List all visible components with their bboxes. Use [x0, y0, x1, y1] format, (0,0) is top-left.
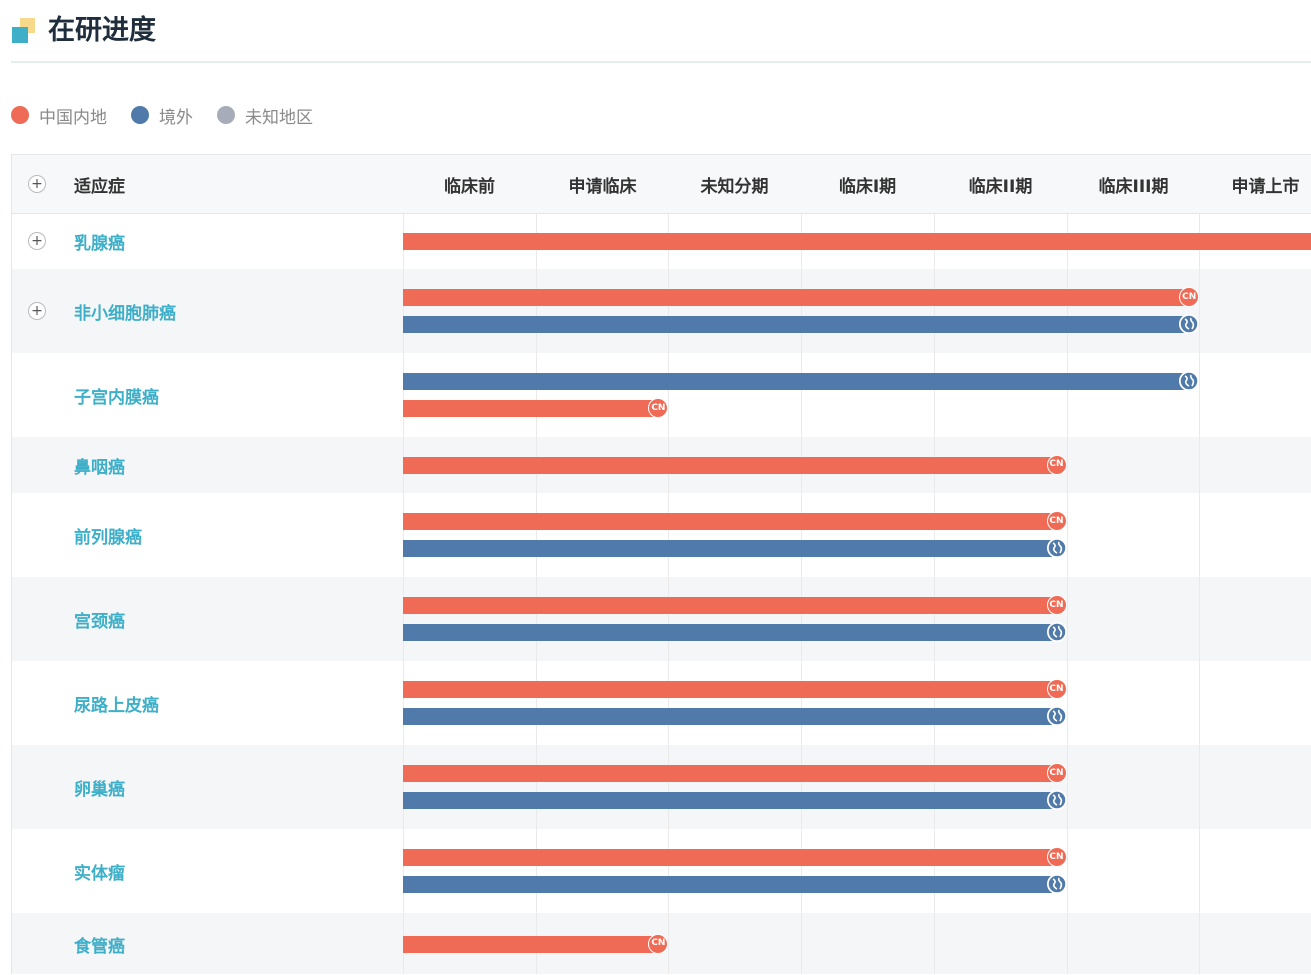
globe-icon: [1046, 874, 1067, 894]
progress-bar-china[interactable]: CN: [403, 933, 669, 954]
expand-row-button[interactable]: +: [28, 232, 46, 250]
cn-badge-icon: CN: [1046, 763, 1067, 783]
progress-bar-overseas[interactable]: [403, 874, 1067, 894]
progress-bar-china[interactable]: CN: [403, 679, 1067, 699]
progress-bar-china[interactable]: CN: [403, 287, 1200, 307]
stage-column-header: 临床II期: [968, 176, 1033, 197]
table-row: [12, 353, 1311, 437]
section-logo-icon: [12, 18, 36, 43]
legend-item[interactable]: 中国内地: [11, 103, 107, 128]
progress-bar-china[interactable]: CN: [403, 847, 1067, 867]
cn-badge-label: CN: [651, 938, 666, 948]
expand-row-button[interactable]: +: [28, 302, 46, 320]
cn-badge-label: CN: [1049, 767, 1064, 778]
section-header: 在研进度: [12, 14, 1311, 50]
table-row: [12, 829, 1311, 913]
indication-link[interactable]: 宫颈癌: [74, 607, 125, 632]
expand-all-button[interactable]: +: [28, 175, 46, 193]
progress-bar-overseas[interactable]: [403, 314, 1200, 334]
table-header-row: + 适应症 临床前 申请临床 未知分期 临床I期 临床II期 临床III期 申请上市: [12, 155, 1311, 214]
progress-bar-china[interactable]: CN: [403, 454, 1067, 475]
indication-link[interactable]: 食管癌: [74, 932, 125, 957]
globe-icon: [1046, 706, 1067, 726]
column-divider: [1067, 155, 1068, 974]
indication-link[interactable]: 鼻咽癌: [74, 453, 125, 478]
progress-bar-china[interactable]: CN: [403, 511, 1067, 531]
legend-label: 境外: [159, 107, 193, 128]
globe-icon: [1179, 371, 1200, 391]
cn-badge-label: CN: [1049, 515, 1064, 526]
stage-column-header: 申请临床: [568, 176, 637, 197]
cn-badge-icon: CN: [648, 933, 669, 954]
plus-icon: +: [31, 233, 43, 249]
cn-badge-icon: CN: [1046, 847, 1067, 867]
indication-link[interactable]: 非小细胞肺癌: [74, 299, 176, 324]
cn-badge-icon: CN: [1046, 454, 1067, 475]
cn-badge-label: CN: [1182, 291, 1197, 302]
page-title: 在研进度: [48, 15, 156, 46]
progress-bar-overseas[interactable]: [403, 622, 1067, 642]
progress-bar-overseas[interactable]: [403, 706, 1067, 726]
indication-link[interactable]: 前列腺癌: [74, 523, 142, 548]
table-row: [12, 661, 1311, 745]
globe-icon: [1046, 790, 1067, 810]
legend: 中国内地 境外 未知地区: [11, 103, 337, 128]
indication-link[interactable]: 实体瘤: [74, 859, 125, 884]
progress-bar-china[interactable]: CN: [403, 595, 1067, 615]
legend-label: 中国内地: [39, 107, 107, 128]
table-row: [12, 493, 1311, 577]
progress-bar-china[interactable]: CN: [403, 763, 1067, 783]
cn-badge-label: CN: [1049, 851, 1064, 862]
cn-badge-label: CN: [1049, 683, 1064, 694]
legend-item[interactable]: 未知地区: [217, 103, 313, 128]
cn-badge-label: CN: [1049, 599, 1064, 610]
globe-icon: [1179, 314, 1200, 334]
progress-bar-china[interactable]: CN: [403, 232, 1311, 250]
cn-badge-label: CN: [651, 402, 666, 413]
plus-icon: +: [31, 303, 43, 319]
cn-badge-icon: CN: [1046, 595, 1067, 615]
pipeline-table: + 适应症 临床前 申请临床 未知分期 临床I期 临床II期 临床III期 申请上市 + 乳腺癌…: [11, 154, 1311, 974]
indication-link[interactable]: 尿路上皮癌: [74, 691, 159, 716]
table-row: [12, 269, 1311, 353]
column-divider: [1199, 155, 1200, 974]
indication-link[interactable]: 卵巢癌: [74, 775, 125, 800]
plus-icon: +: [31, 176, 43, 192]
stage-column-header: 临床I期: [838, 176, 897, 197]
progress-bar-overseas[interactable]: [403, 538, 1067, 558]
legend-dot-icon: [131, 106, 149, 124]
indication-link[interactable]: 乳腺癌: [74, 229, 125, 254]
table-row: [12, 745, 1311, 829]
globe-icon: [1046, 538, 1067, 558]
indication-link[interactable]: 子宫内膜癌: [74, 383, 159, 408]
indication-column-header: 适应症: [74, 176, 125, 197]
stage-column-header: 临床前: [444, 176, 495, 197]
progress-bar-china[interactable]: CN: [403, 398, 669, 418]
cn-badge-icon: CN: [1046, 679, 1067, 699]
legend-dot-icon: [11, 106, 29, 124]
stage-column-header: 申请上市: [1231, 176, 1300, 197]
progress-bar-overseas[interactable]: [403, 371, 1200, 391]
globe-icon: [1046, 622, 1067, 642]
cn-badge-label: CN: [1049, 459, 1064, 469]
legend-item[interactable]: 境外: [131, 103, 193, 128]
stage-column-header: 临床III期: [1098, 176, 1169, 197]
legend-label: 未知地区: [245, 107, 313, 128]
table-row: [12, 577, 1311, 661]
progress-bar-overseas[interactable]: [403, 790, 1067, 810]
stage-column-header: 未知分期: [700, 176, 769, 197]
header-divider: [11, 61, 1311, 63]
cn-badge-icon: CN: [1046, 511, 1067, 531]
legend-dot-icon: [217, 106, 235, 124]
